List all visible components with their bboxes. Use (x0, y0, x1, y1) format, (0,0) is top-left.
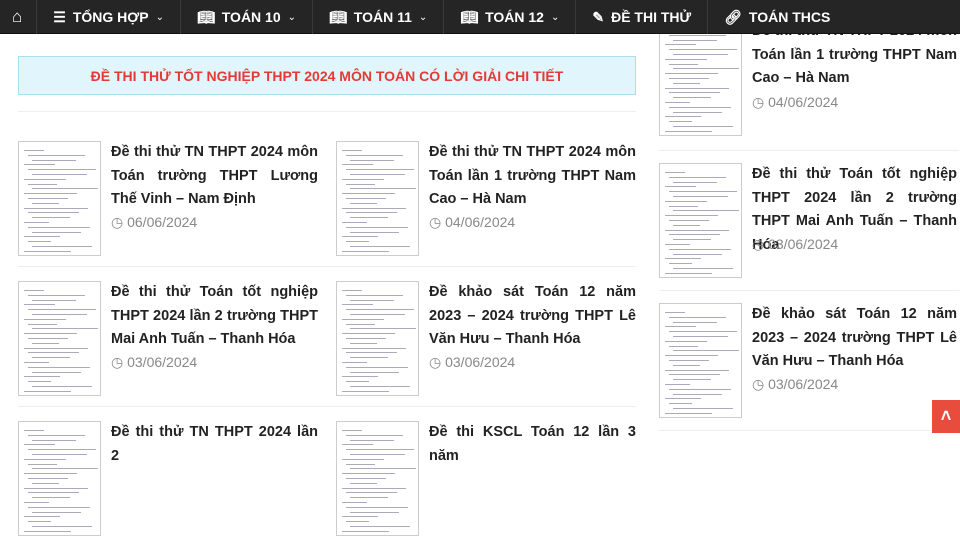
date-text: 03/06/2024 (768, 376, 839, 392)
post-date: ◷ 06/06/2024 (111, 214, 197, 231)
book-icon: 📖︎ (196, 8, 215, 25)
post-thumbnail[interactable] (659, 303, 742, 418)
banner-title[interactable]: ĐỀ THI THỬ TỐT NGHIỆP THPT 2024 MÔN TOÁN… (91, 68, 564, 84)
nav-toan-12[interactable]: 📖︎ TOÁN 12 ⌄ (444, 0, 577, 34)
nav-label: ĐỀ THI THỬ (611, 9, 692, 25)
chevron-up-icon: ˄ (940, 406, 952, 426)
nav-label: TỔNG HỢP (72, 9, 149, 25)
book-icon: 📖︎ (460, 8, 479, 25)
date-text: 04/06/2024 (768, 94, 839, 110)
post-thumbnail[interactable] (659, 21, 742, 136)
clock-icon: ◷ (429, 214, 442, 230)
edit-icon: ✎ (592, 8, 605, 25)
post-thumbnail[interactable] (18, 281, 101, 396)
post-thumbnail[interactable] (18, 421, 101, 536)
post-card: Đề thi thử Toán tốt nghiệp THPT 2024 lần… (18, 281, 318, 397)
post-card: Đề thi thử TN THPT 2024 môn Toán lần 1 t… (336, 141, 636, 257)
post-thumbnail[interactable] (336, 421, 419, 536)
post-card: Đề thi thử TN THPT 2024 lần 2 (18, 421, 318, 537)
nav-label: TOÁN 12 (485, 9, 544, 25)
nav-de-thi-thu[interactable]: ✎ ĐỀ THI THỬ (576, 0, 709, 34)
divider (659, 150, 959, 151)
clock-icon: ◷ (752, 236, 765, 252)
post-title[interactable]: Đề khảo sát Toán 12 năm 2023 – 2024 trườ… (752, 303, 957, 374)
sidebar-post: Đề thi thử Toán tốt nghiệp THPT 2024 lần… (659, 163, 959, 281)
post-card: Đề thi thử TN THPT 2024 môn Toán trường … (18, 141, 318, 257)
link-icon: 🔗︎ (724, 8, 742, 25)
date-text: 03/06/2024 (445, 354, 516, 370)
post-title[interactable]: Đề thi thử TN THPT 2024 lần 2 (111, 421, 318, 468)
bars-icon: ☰ (53, 8, 66, 25)
nav-home[interactable]: ⌂ (0, 0, 38, 34)
post-title[interactable]: Đề thi KSCL Toán 12 lần 3 năm (429, 421, 636, 468)
date-text: 03/06/2024 (768, 236, 839, 252)
nav-toan-10[interactable]: 📖︎ TOÁN 10 ⌄ (181, 0, 314, 34)
date-text: 04/06/2024 (445, 214, 516, 230)
divider (18, 111, 636, 112)
post-thumbnail[interactable] (336, 141, 419, 256)
post-date: ◷ 04/06/2024 (752, 94, 838, 111)
post-thumbnail[interactable] (336, 281, 419, 396)
date-text: 06/06/2024 (127, 214, 198, 230)
main-nav: ⌂ ☰ TỔNG HỢP ⌄ 📖︎ TOÁN 10 ⌄ 📖︎ TOÁN 11 ⌄ 📖︎ TOÁ… (0, 0, 960, 34)
chevron-down-icon: ⌄ (550, 11, 560, 23)
nav-label: TOÁN 10 (221, 9, 281, 25)
divider (18, 406, 636, 407)
post-title[interactable]: Đề khảo sát Toán 12 năm 2023 – 2024 trườ… (429, 281, 636, 352)
nav-label: TOÁN 11 (353, 9, 412, 25)
post-title[interactable]: Đề thi thử Toán tốt nghiệp THPT 2024 lần… (111, 281, 318, 352)
post-date: ◷ 04/06/2024 (429, 214, 515, 231)
post-thumbnail[interactable] (18, 141, 101, 256)
nav-toan-11[interactable]: 📖︎ TOÁN 11 ⌄ (313, 0, 445, 34)
nav-toan-thcs[interactable]: 🔗︎ TOÁN THCS (708, 0, 846, 34)
divider (659, 430, 959, 431)
section-banner: ĐỀ THI THỬ TỐT NGHIỆP THPT 2024 MÔN TOÁN… (18, 56, 636, 95)
home-icon: ⌂ (12, 7, 23, 26)
post-card: Đề thi KSCL Toán 12 lần 3 năm (336, 421, 636, 537)
divider (18, 266, 636, 267)
post-date: ◷ 03/06/2024 (111, 354, 197, 371)
chevron-down-icon: ⌄ (418, 11, 428, 23)
book-icon: 📖︎ (329, 8, 347, 25)
clock-icon: ◷ (752, 376, 765, 392)
clock-icon: ◷ (111, 214, 124, 230)
chevron-down-icon: ⌄ (287, 11, 297, 23)
clock-icon: ◷ (111, 354, 124, 370)
scroll-to-top-button[interactable]: ˄ (932, 400, 960, 433)
chevron-down-icon: ⌄ (155, 11, 164, 23)
post-title[interactable]: Đề thi thử TN THPT 2024 môn Toán trường … (111, 141, 318, 212)
post-date: ◷ 03/06/2024 (752, 376, 838, 393)
post-date: ◷ 03/06/2024 (752, 236, 838, 253)
nav-tong-hop[interactable]: ☰ TỔNG HỢP ⌄ (37, 0, 181, 34)
post-card: Đề khảo sát Toán 12 năm 2023 – 2024 trườ… (336, 281, 636, 397)
sidebar-post: Đề khảo sát Toán 12 năm 2023 – 2024 trườ… (659, 303, 959, 421)
post-date: ◷ 03/06/2024 (429, 354, 515, 371)
clock-icon: ◷ (752, 94, 765, 110)
nav-label: TOÁN THCS (748, 9, 831, 25)
divider (659, 290, 959, 291)
post-title[interactable]: Đề thi thử TN THPT 2024 môn Toán lần 1 t… (429, 141, 636, 212)
date-text: 03/06/2024 (127, 354, 198, 370)
clock-icon: ◷ (429, 354, 442, 370)
post-thumbnail[interactable] (659, 163, 742, 278)
